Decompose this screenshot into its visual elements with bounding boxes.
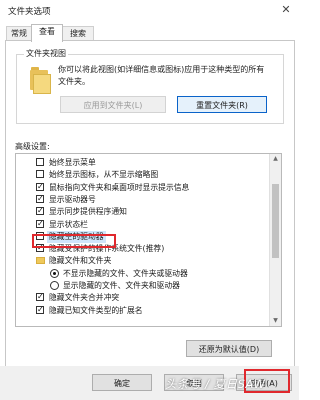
advanced-setting-label: 不显示隐藏的文件、文件夹或驱动器 (63, 268, 188, 278)
checkbox-checked[interactable] (36, 218, 44, 230)
scrollbar-thumb[interactable] (272, 184, 279, 258)
close-icon[interactable]: ✕ (279, 3, 293, 17)
tab-view[interactable]: 查看 (31, 24, 63, 42)
checkbox-unchecked[interactable] (36, 158, 44, 166)
tab-search[interactable]: 搜索 (62, 26, 94, 41)
checkbox-checked[interactable] (36, 205, 44, 217)
advanced-setting-label: 显示隐藏的文件、文件夹和驱动器 (63, 281, 180, 290)
ok-button[interactable]: 确定 (92, 374, 152, 391)
advanced-setting-label: 鼠标指向文件夹和桌面项时显示提示信息 (49, 182, 190, 192)
folder-icon-front (33, 74, 51, 94)
checkbox-checked[interactable] (36, 291, 44, 303)
folder-icon (36, 257, 45, 265)
checkbox-checked[interactable] (36, 181, 44, 193)
apply-to-folders-button[interactable]: 应用到文件夹(L) (60, 96, 166, 113)
red-highlight-box (32, 234, 116, 248)
checkbox-checked[interactable] (36, 193, 44, 205)
radio-unselected[interactable] (50, 281, 59, 290)
scrollbar[interactable]: ▲ ▼ (269, 154, 281, 326)
watermark-text: 头条号 / 夏日SAW (165, 377, 266, 391)
advanced-setting-label: 隐藏文件和文件夹 (49, 256, 112, 266)
scroll-up-icon[interactable]: ▲ (270, 154, 281, 164)
checkbox-unchecked[interactable] (36, 170, 44, 179)
checkbox-checked[interactable] (36, 304, 44, 316)
window-title: 文件夹选项 (8, 7, 51, 17)
advanced-setting-label: 隐藏已知文件类型的扩展名 (49, 305, 143, 315)
reset-folders-button[interactable]: 重置文件夹(R) (177, 96, 267, 113)
scroll-down-icon[interactable]: ▼ (270, 316, 281, 326)
advanced-setting-label: 显示状态栏 (49, 219, 88, 229)
advanced-settings-label: 高级设置: (15, 142, 50, 151)
radio-selected[interactable] (50, 268, 59, 278)
advanced-setting-label: 隐藏文件夹合并冲突 (49, 293, 120, 303)
restore-defaults-button[interactable]: 还原为默认值(D) (186, 340, 272, 357)
tab-general[interactable]: 常规 (6, 26, 32, 41)
advanced-setting-label: 始终显示图标，从不显示缩略图 (49, 170, 159, 180)
advanced-setting-label: 始终显示菜单 (49, 158, 96, 167)
advanced-setting-label: 显示驱动器号 (49, 194, 96, 204)
folder-views-description: 你可以将此视图(如详细信息或图标)应用于这种类型的所有文件夹。 (58, 65, 265, 86)
folder-views-title: 文件夹视图 (24, 48, 68, 59)
advanced-setting-label: 显示同步提供程序通知 (49, 207, 127, 217)
